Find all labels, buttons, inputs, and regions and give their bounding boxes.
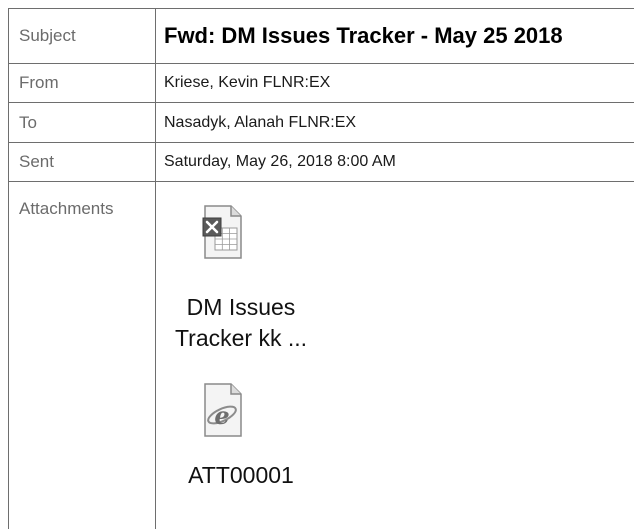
attachments-label: Attachments [9, 182, 156, 529]
attachment-name-line-1: DM Issues [186, 294, 296, 320]
subject-row: Subject Fwd: DM Issues Tracker - May 25 … [9, 9, 634, 64]
html-file-icon: e [204, 383, 242, 437]
attachment-name-line-2: Tracker kk ... [174, 325, 308, 351]
from-label: From [9, 64, 156, 102]
sent-value: Saturday, May 26, 2018 8:00 AM [164, 153, 396, 170]
to-value: Nasadyk, Alanah FLNR:EX [164, 113, 357, 131]
svg-text:e: e [214, 401, 229, 430]
from-row: From Kriese, Kevin FLNR:EX [9, 64, 634, 103]
attachments-row: Attachments DM Issues Tracker kk ... e A… [9, 182, 634, 529]
attachments-list: DM Issues Tracker kk ... e ATT00001 [156, 182, 634, 529]
attachment-name: DM Issues Tracker kk ... [156, 292, 326, 354]
sent-label: Sent [9, 143, 156, 181]
sent-row: Sent Saturday, May 26, 2018 8:00 AM [9, 143, 634, 182]
email-header-table: Subject Fwd: DM Issues Tracker - May 25 … [8, 8, 634, 529]
attachment-name-line-1: ATT00001 [188, 462, 294, 488]
attachment-name: ATT00001 [156, 460, 326, 491]
from-value: Kriese, Kevin FLNR:EX [164, 74, 331, 91]
to-row: To Nasadyk, Alanah FLNR:EX [9, 103, 634, 143]
to-label: To [9, 103, 156, 142]
subject-label: Subject [9, 9, 156, 63]
excel-file-icon [202, 205, 242, 259]
subject-value: Fwd: DM Issues Tracker - May 25 2018 [164, 23, 563, 48]
